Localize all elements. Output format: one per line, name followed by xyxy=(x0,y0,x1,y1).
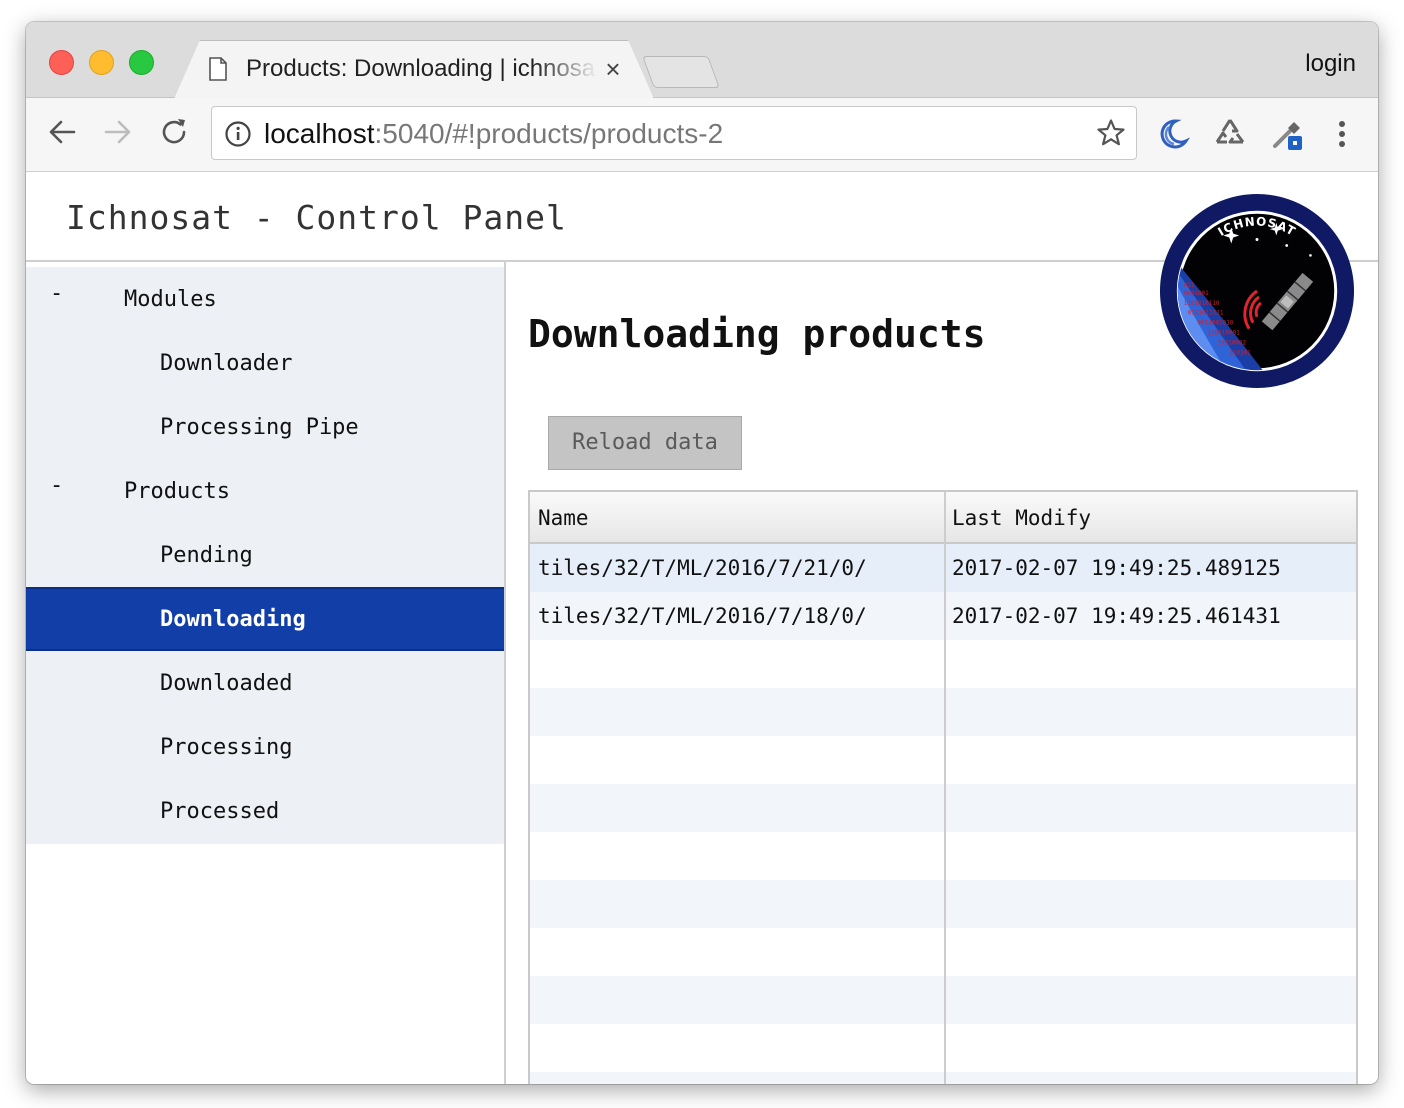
products-grid: Name Last Modify tiles/32/T/ML/2016/7/21… xyxy=(528,490,1358,1084)
grid-header: Name Last Modify xyxy=(530,492,1356,544)
empty-row xyxy=(530,688,1356,736)
sidebar-group-label: Products xyxy=(124,479,230,504)
sidebar-item-label: Pending xyxy=(160,543,253,568)
empty-row xyxy=(530,1072,1356,1084)
cell-last-modify: 2017-02-07 19:49:25.461431 xyxy=(952,604,1281,628)
empty-row xyxy=(530,832,1356,880)
bookmark-star-icon[interactable] xyxy=(1096,118,1126,148)
sidebar-group-modules[interactable]: - Modules xyxy=(26,267,504,331)
eyedropper-extension-icon[interactable] xyxy=(1270,116,1306,152)
sidebar-item-pending[interactable]: Pending xyxy=(26,523,504,587)
new-tab-button[interactable] xyxy=(642,56,720,88)
column-resize-handle[interactable] xyxy=(944,492,946,1084)
sidebar-item-downloaded[interactable]: Downloaded xyxy=(26,651,504,715)
sidebar-item-processing[interactable]: Processing xyxy=(26,715,504,779)
svg-text:011: 011 xyxy=(1184,282,1195,289)
reload-icon[interactable] xyxy=(158,116,190,148)
sidebar-item-processing-pipe[interactable]: Processing Pipe xyxy=(26,395,504,459)
url-text: localhost:5040/#!products/products-2 xyxy=(264,118,723,150)
sidebar-item-label: Downloader xyxy=(160,351,293,376)
page-icon xyxy=(209,57,227,81)
sidebar-item-downloader[interactable]: Downloader xyxy=(26,331,504,395)
cell-name: tiles/32/T/ML/2016/7/18/0/ xyxy=(538,604,867,628)
column-header-last-modify[interactable]: Last Modify xyxy=(952,506,1091,530)
svg-text:0001001: 0001001 xyxy=(1184,290,1209,297)
svg-text:10010002: 10010002 xyxy=(1217,339,1246,346)
tab-close-icon[interactable]: × xyxy=(602,55,624,83)
table-row[interactable]: tiles/32/T/ML/2016/7/18/0/ 2017-02-07 19… xyxy=(530,592,1356,640)
close-window-button[interactable] xyxy=(49,50,74,75)
table-row[interactable]: tiles/32/T/ML/2016/7/21/0/ 2017-02-07 19… xyxy=(530,544,1356,592)
recycle-extension-icon[interactable] xyxy=(1212,116,1248,152)
sidebar-item-label: Processing xyxy=(160,735,293,760)
cell-name: tiles/32/T/ML/2016/7/21/0/ xyxy=(538,556,867,580)
reload-data-button[interactable]: Reload data xyxy=(548,416,742,470)
browser-menu-icon[interactable] xyxy=(1332,118,1352,150)
site-info-icon[interactable] xyxy=(224,120,252,148)
cell-last-modify: 2017-02-07 19:49:25.489125 xyxy=(952,556,1281,580)
collapse-toggle-icon[interactable]: - xyxy=(50,281,63,306)
sidebar-divider xyxy=(504,262,506,1084)
ichnosat-logo: 011 0001001 1101010110 0101011011 001100… xyxy=(1159,193,1355,389)
svg-text:1101010110: 1101010110 xyxy=(1184,300,1220,307)
sidebar-item-label: Processing Pipe xyxy=(160,415,359,440)
profile-login[interactable]: login xyxy=(1305,50,1356,78)
sidebar-group-products[interactable]: - Products xyxy=(26,459,504,523)
tab-title: Products: Downloading | ichnosat xyxy=(246,55,598,82)
page-title: Downloading products xyxy=(528,312,986,356)
moon-extension-icon[interactable] xyxy=(1154,116,1190,152)
sidebar-item-label: Downloading xyxy=(160,607,306,632)
empty-row xyxy=(530,880,1356,928)
column-header-name[interactable]: Name xyxy=(538,506,589,530)
sidebar-item-label: Downloaded xyxy=(160,671,293,696)
empty-row xyxy=(530,1024,1356,1072)
svg-text:110010001: 110010001 xyxy=(1208,330,1241,337)
forward-arrow-icon[interactable] xyxy=(102,116,134,148)
collapse-toggle-icon[interactable]: - xyxy=(50,473,63,498)
empty-row xyxy=(530,784,1356,832)
browser-window: Products: Downloading | ichnosat × login… xyxy=(26,22,1378,1084)
app-title: Ichnosat - Control Panel xyxy=(66,198,567,237)
sidebar-group-label: Modules xyxy=(124,287,217,312)
minimize-window-button[interactable] xyxy=(89,50,114,75)
svg-text:0011001010: 0011001010 xyxy=(1198,320,1234,327)
empty-row xyxy=(530,976,1356,1024)
sidebar-item-label: Processed xyxy=(160,799,280,824)
svg-text:0101011011: 0101011011 xyxy=(1188,310,1224,317)
back-arrow-icon[interactable] xyxy=(46,116,78,148)
url-host: localhost xyxy=(264,118,375,149)
empty-row xyxy=(530,640,1356,688)
sidebar-item-downloading[interactable]: Downloading xyxy=(26,587,504,651)
empty-row xyxy=(530,928,1356,976)
zoom-window-button[interactable] xyxy=(129,50,154,75)
svg-text:110101: 110101 xyxy=(1229,349,1251,356)
url-path: :5040/#!products/products-2 xyxy=(374,118,724,149)
empty-row xyxy=(530,736,1356,784)
sidebar-item-processed[interactable]: Processed xyxy=(26,779,504,843)
